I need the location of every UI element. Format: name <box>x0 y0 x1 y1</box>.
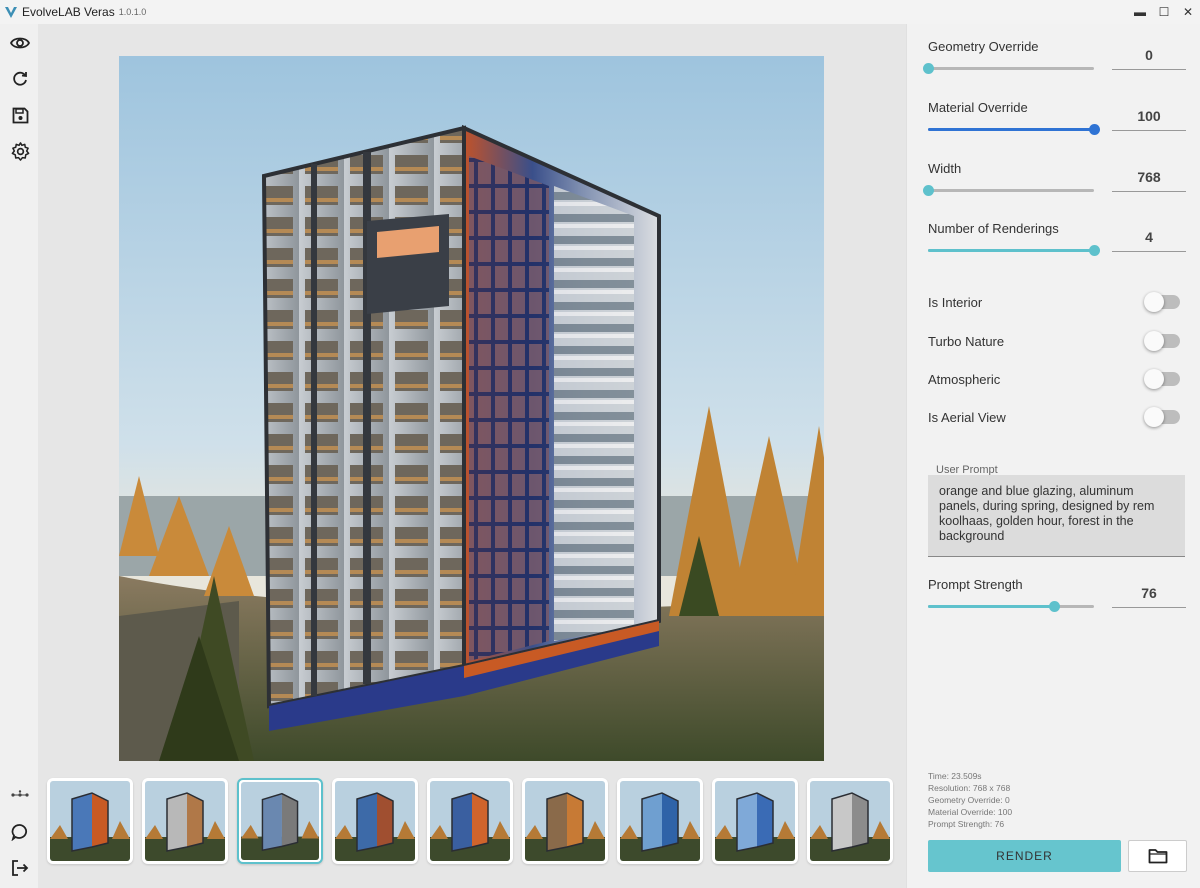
number-of-renderings-slider[interactable] <box>928 245 1100 256</box>
number-of-renderings-slider-row: Number of Renderings 4 <box>928 221 1188 271</box>
slider-fill <box>928 128 1094 131</box>
slider-handle[interactable] <box>1089 124 1100 135</box>
atmospheric-toggle[interactable] <box>1144 369 1180 389</box>
toggle-label: Is Interior <box>928 295 983 310</box>
material-override-slider-row: Material Override 100 <box>928 100 1188 150</box>
geometry-override-slider[interactable] <box>923 63 1094 74</box>
user-prompt-input[interactable]: orange and blue glazing, aluminum panels… <box>928 475 1185 557</box>
material-override-value[interactable]: 100 <box>1112 108 1186 131</box>
slider-handle[interactable] <box>1049 601 1061 612</box>
settings-panel: Geometry Override 0 Material Override 10… <box>906 24 1200 888</box>
toggle-knob <box>1144 407 1164 427</box>
main-rendering-image <box>119 56 824 761</box>
toggle-label: Is Aerial View <box>928 410 1006 425</box>
is-interior-toggle[interactable] <box>1144 292 1180 312</box>
close-button[interactable]: ✕ <box>1176 0 1200 24</box>
veras-logo-icon <box>5 7 17 18</box>
prompt-strength-value[interactable]: 76 <box>1112 585 1186 608</box>
is-interior-row: Is Interior <box>928 292 1180 314</box>
render-button[interactable]: RENDER <box>928 840 1121 872</box>
rendering-thumbnail[interactable] <box>617 778 703 864</box>
network-icon[interactable] <box>9 784 31 806</box>
rendering-thumbnail[interactable] <box>47 778 133 864</box>
number-of-renderings-value[interactable]: 4 <box>1112 229 1186 252</box>
logout-icon[interactable] <box>9 857 31 879</box>
geometry-override-slider-row: Geometry Override 0 <box>923 39 1188 89</box>
rendering-thumbnail[interactable] <box>712 778 798 864</box>
app-version: 1.0.1.0 <box>118 7 147 17</box>
maximize-button[interactable]: ☐ <box>1152 0 1176 24</box>
slider-label: Prompt Strength <box>928 577 1023 592</box>
geometry-override-value[interactable]: 0 <box>1112 47 1186 70</box>
width-value[interactable]: 768 <box>1112 169 1186 192</box>
rendering-thumbnail[interactable] <box>237 778 323 864</box>
rendering-thumbnail[interactable] <box>142 778 228 864</box>
material-override-slider[interactable] <box>928 124 1100 135</box>
toggle-label: Atmospheric <box>928 372 1001 387</box>
app-title: EvolveLAB Veras <box>22 5 115 19</box>
toggle-knob <box>1144 369 1164 389</box>
stat-resolution: Resolution: 768 x 768 <box>928 783 1011 793</box>
toggle-label: Turbo Nature <box>928 334 1005 349</box>
eye-icon[interactable] <box>9 32 31 54</box>
rendering-thumbnail[interactable] <box>427 778 513 864</box>
render-view <box>38 24 906 888</box>
is-aerial-view-toggle[interactable] <box>1144 407 1180 427</box>
slider-label: Material Override <box>928 100 1028 115</box>
slider-label: Geometry Override <box>928 39 1039 54</box>
slider-fill <box>928 249 1094 252</box>
width-slider-row: Width 768 <box>923 161 1188 211</box>
minimize-button[interactable]: ▬ <box>1128 0 1152 24</box>
thumbnail-strip <box>47 778 893 864</box>
rendering-thumbnail[interactable] <box>807 778 893 864</box>
left-toolbar <box>0 24 38 888</box>
gear-icon[interactable] <box>9 140 31 162</box>
atmospheric-row: Atmospheric <box>928 369 1180 391</box>
title-bar: EvolveLAB Veras 1.0.1.0 ▬ ☐ ✕ <box>0 0 1200 24</box>
toggle-knob <box>1144 331 1164 351</box>
stat-time: Time: 23.509s <box>928 771 982 781</box>
slider-handle[interactable] <box>1089 245 1100 256</box>
rendering-thumbnail[interactable] <box>522 778 608 864</box>
width-slider[interactable] <box>923 185 1094 196</box>
slider-label: Width <box>928 161 962 176</box>
is-aerial-view-row: Is Aerial View <box>928 407 1180 429</box>
slider-fill <box>928 605 1055 608</box>
open-folder-button[interactable] <box>1128 840 1187 872</box>
folder-icon <box>1148 849 1167 864</box>
slider-label: Number of Renderings <box>928 221 1059 236</box>
chat-icon[interactable] <box>9 821 31 843</box>
prompt-strength-slider-row: Prompt Strength 76 <box>928 577 1188 627</box>
render-stats: Time: 23.509s Resolution: 768 x 768 Geom… <box>928 770 1012 830</box>
turbo-nature-toggle[interactable] <box>1144 331 1180 351</box>
stat-material-override: Material Override: 100 <box>928 807 1013 817</box>
stat-prompt-strength: Prompt Strength: 76 <box>928 819 1005 829</box>
prompt-strength-slider[interactable] <box>928 601 1094 612</box>
slider-handle[interactable] <box>923 63 934 74</box>
turbo-nature-row: Turbo Nature <box>928 331 1180 353</box>
rendering-thumbnail[interactable] <box>332 778 418 864</box>
save-icon[interactable] <box>9 104 31 126</box>
stat-geometry-override: Geometry Override: 0 <box>928 795 1010 805</box>
window-controls: ▬ ☐ ✕ <box>1128 0 1200 24</box>
toggle-knob <box>1144 292 1164 312</box>
slider-handle[interactable] <box>923 185 934 196</box>
refresh-icon[interactable] <box>9 68 31 90</box>
